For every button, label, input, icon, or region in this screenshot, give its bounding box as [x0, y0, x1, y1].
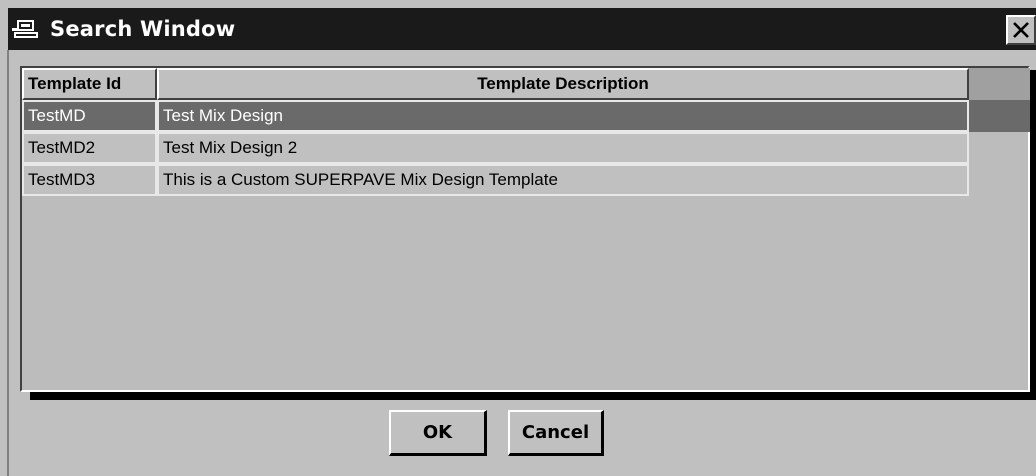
column-header-template-description[interactable]: Template Description [157, 68, 969, 100]
search-window: Search Window Template Id Template Descr… [0, 0, 1036, 476]
template-id-cell[interactable]: TestMD3 [22, 164, 157, 196]
template-table[interactable]: Template Id Template Description TestMD … [20, 66, 1030, 392]
window-border [0, 50, 10, 476]
cancel-button[interactable]: Cancel [508, 410, 604, 456]
grid-shadow-bottom [30, 392, 1036, 400]
ok-button[interactable]: OK [389, 410, 487, 456]
close-button[interactable] [1006, 15, 1036, 45]
header-filler [969, 68, 1030, 100]
close-icon [1013, 22, 1029, 38]
column-header-template-id[interactable]: Template Id [22, 68, 157, 100]
template-id-cell[interactable]: TestMD2 [22, 132, 157, 164]
template-description-cell[interactable]: Test Mix Design 2 [157, 132, 969, 164]
app-icon [12, 17, 40, 41]
template-id-cell[interactable]: TestMD [22, 100, 157, 132]
grid-shadow [1030, 70, 1036, 400]
title-bar[interactable]: Search Window [8, 8, 1036, 50]
row-selection-fill [969, 100, 1030, 132]
template-description-cell[interactable]: Test Mix Design [157, 100, 969, 132]
window-title: Search Window [50, 17, 236, 41]
template-description-cell[interactable]: This is a Custom SUPERPAVE Mix Design Te… [157, 164, 969, 196]
